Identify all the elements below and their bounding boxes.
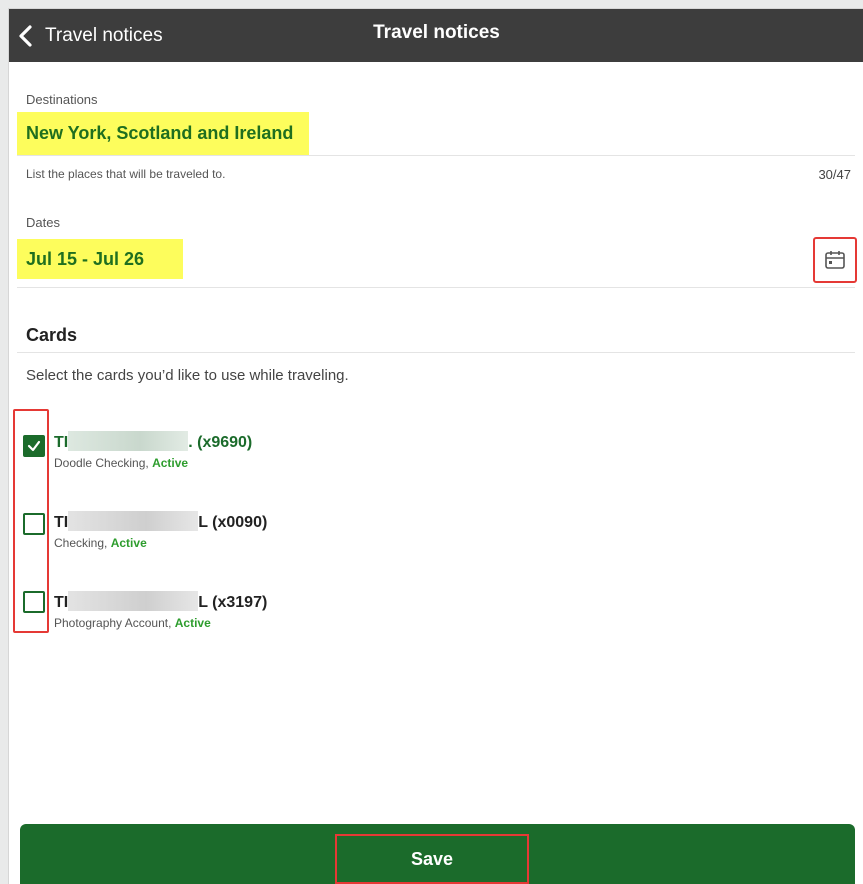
- card-status: Active: [110, 536, 147, 550]
- card-name-start: TI: [54, 594, 69, 611]
- card-name-start: TI: [54, 514, 69, 531]
- card-account: Doodle Checking, Active: [54, 456, 188, 470]
- cards-divider: [17, 352, 855, 353]
- card-account: Photography Account, Active: [54, 616, 211, 630]
- card-name-start: TI: [54, 434, 69, 451]
- calendar-icon: [825, 251, 845, 269]
- destinations-field[interactable]: New York, Scotland and Ireland: [17, 112, 309, 155]
- card-checkbox[interactable]: [23, 513, 45, 535]
- dates-divider: [17, 287, 855, 288]
- card-name-end: L (x3197): [198, 594, 268, 611]
- app-frame: Travel notices Travel notices Destinatio…: [8, 8, 863, 884]
- cards-section-subtitle: Select the cards you’d like to use while…: [26, 367, 349, 384]
- card-checkbox[interactable]: [23, 591, 45, 613]
- destinations-divider: [17, 155, 855, 156]
- destinations-helper: List the places that will be traveled to…: [26, 167, 226, 181]
- destinations-counter: 30/47: [818, 167, 851, 182]
- check-icon: [27, 440, 41, 452]
- redacted-block: [68, 511, 199, 531]
- save-button-label: Save: [335, 834, 529, 884]
- card-status: Active: [152, 456, 189, 470]
- card-row[interactable]: TI L (x3197) Photography Account, Active: [9, 591, 863, 651]
- destinations-label: Destinations: [26, 92, 98, 107]
- dates-label: Dates: [26, 215, 60, 230]
- card-checkbox[interactable]: [23, 435, 45, 457]
- save-button[interactable]: Save: [20, 824, 855, 884]
- back-button[interactable]: Travel notices: [9, 9, 163, 62]
- chevron-left-icon: [19, 24, 32, 47]
- card-name: TI L (x0090): [54, 511, 267, 532]
- card-account-type: Doodle Checking,: [54, 456, 149, 470]
- card-account: Checking, Active: [54, 536, 147, 550]
- card-row[interactable]: TI . (x9690) Doodle Checking, Active: [9, 431, 863, 491]
- cards-section-title: Cards: [26, 325, 78, 345]
- card-row[interactable]: TI L (x0090) Checking, Active: [9, 511, 863, 571]
- dates-field[interactable]: Jul 15 - Jul 26: [17, 239, 183, 279]
- redacted-block: [68, 591, 199, 611]
- calendar-button[interactable]: [813, 237, 857, 283]
- card-status: Active: [174, 616, 211, 630]
- card-account-type: Checking,: [54, 536, 108, 550]
- card-name: TI . (x9690): [54, 431, 252, 452]
- card-account-type: Photography Account,: [54, 616, 172, 630]
- back-label: Travel notices: [45, 24, 163, 46]
- card-name-end: . (x9690): [188, 434, 253, 451]
- card-name: TI L (x3197): [54, 591, 267, 612]
- redacted-block: [68, 431, 189, 451]
- top-bar: Travel notices Travel notices: [9, 9, 863, 62]
- card-name-end: L (x0090): [198, 514, 268, 531]
